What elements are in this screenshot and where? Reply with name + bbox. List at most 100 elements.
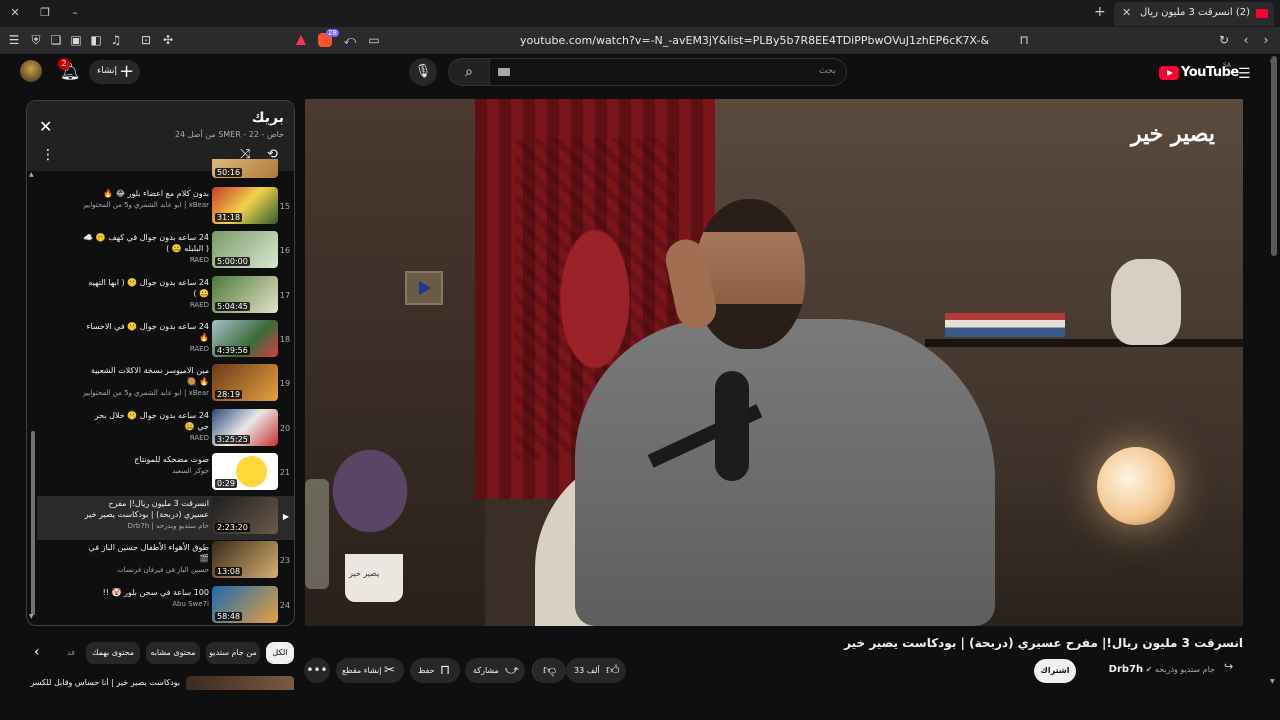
video-lamp	[1097, 447, 1175, 525]
video-bottle	[305, 479, 329, 589]
clip-label: إنشاء مقطع	[342, 666, 382, 675]
like-button[interactable]: 👍︎ 33 ألف	[566, 658, 626, 683]
recommended-title: بودكاست يصير خير | أنا حساس وقابل للكسر …	[30, 678, 180, 687]
chip-similar[interactable]: محتوى مشابه	[146, 642, 200, 664]
search-input[interactable]: بحث	[489, 58, 847, 86]
duration-badge: 0:29	[215, 478, 237, 488]
notifications-count-badge: 2	[58, 58, 70, 70]
save-label: حفظ	[418, 666, 435, 675]
search-icon[interactable]: ⌕	[448, 58, 490, 86]
playlist-item[interactable]: 15 31:18 بدون كلام مع اعضاء بلور 😂 🔥 xBear …	[37, 186, 294, 230]
playlist-meta: خاص - SMER - 22 من أصل 24	[174, 130, 284, 139]
maximize-window-icon[interactable]: ❐	[36, 4, 54, 22]
youtube-region-code: SA	[1223, 62, 1232, 69]
cast-icon[interactable]: ▭	[366, 32, 382, 48]
playlist-scroll-down-icon[interactable]: ▼	[29, 613, 34, 620]
playlist-item-channel: xBear | ابو عابد الشمري و5 من المحتوايين…	[83, 201, 209, 209]
chip-for-you[interactable]: محتوى بهمك	[86, 642, 140, 664]
video-player[interactable]: يصير خير يصير خير	[305, 99, 1243, 626]
like-count: 33 ألف	[574, 666, 600, 675]
duration-badge: 31:18	[215, 213, 243, 222]
recommended-item[interactable]: بودكاست يصير خير | أنا حساس وقابل للكسر …	[26, 676, 296, 690]
duration-badge: 5:04:45	[215, 301, 250, 311]
save-button[interactable]: ⊓ حفظ	[410, 658, 460, 683]
thumbs-up-icon: 👍︎	[606, 663, 620, 678]
playlist-item[interactable]: 23 13:08 طوق الأهواء الأطفال حسين الباز في…	[37, 540, 294, 584]
playlist-item[interactable]: 21 0:29 صوت مضحكه للمونتاج جوكر السعيد	[37, 452, 294, 496]
channel-avatar-icon[interactable]: ↪	[1224, 660, 1233, 673]
page-scroll-down-icon[interactable]: ▼	[1270, 678, 1275, 685]
copy-icon[interactable]: ❏	[48, 32, 64, 48]
reload-icon[interactable]: ↻	[1216, 32, 1232, 48]
bookmark-icon[interactable]: ⊓	[1016, 32, 1032, 48]
screenshot-icon[interactable]: ⊡	[138, 32, 154, 48]
address-bar[interactable]: youtube.com/watch?v=-N_-avEM3jY&list=PLB…	[520, 32, 990, 50]
create-label: إنشاء	[97, 66, 118, 76]
playlist-item-title: 24 ساعه بدون جوال في كهف 🤫 ☁️ ( البلبله …	[83, 233, 209, 254]
shield-icon[interactable]: ⛨	[28, 32, 44, 48]
playlist-item-title: انسرقت 3 مليون ريال!| مفرح عسيري (دربحة)…	[84, 499, 209, 520]
browser-tabstrip: ✕ ❐ – + ✕ (2) انسرقت 3 مليون ريال!| مفر	[0, 0, 1280, 27]
playlist-scroll-up-icon[interactable]: ▲	[29, 171, 34, 178]
duration-badge: 5:00:00	[215, 257, 250, 267]
wallet-icon[interactable]: ▣	[68, 32, 84, 48]
youtube-favicon-icon	[1256, 9, 1268, 18]
playlist-item-channel: xBear | ابو عابد الشمري و5 من المحتوايين…	[83, 389, 209, 398]
playlist-item[interactable]: 17 5:04:45 24 ساعه بدون جوال 🤫 ( ابها الته…	[37, 275, 294, 319]
keyboard-icon[interactable]	[498, 68, 510, 76]
playlist-item-channel: RAED	[189, 344, 209, 353]
playlist-title[interactable]: بريك	[252, 110, 284, 126]
back-icon[interactable]: ‹	[1238, 32, 1254, 48]
minimize-window-icon[interactable]: –	[66, 4, 84, 22]
brave-shields-badge: 28	[326, 29, 339, 37]
tab-close-icon[interactable]: ✕	[1122, 6, 1131, 19]
playlist-item[interactable]: 20 3:25:25 24 ساعه بدون جوال 🤫 خلال بحر جي…	[37, 408, 294, 452]
playlist-item-current[interactable]: ▶ 2:23:20 انسرقت 3 مليون ريال!| مفرح عسيري…	[37, 496, 294, 541]
subscribe-button[interactable]: اشتراك	[1034, 659, 1076, 683]
browser-tab-active[interactable]: ✕ (2) انسرقت 3 مليون ريال!| مفر	[1114, 2, 1274, 26]
brave-rewards-icon[interactable]	[296, 35, 306, 45]
create-button[interactable]: + إنشاء	[89, 60, 140, 84]
clip-button[interactable]: ✂ إنشاء مقطع	[336, 658, 404, 683]
dislike-button[interactable]: 👎︎	[532, 658, 566, 683]
playlist-scrollbar[interactable]	[31, 431, 35, 615]
playlist-item[interactable]: 24 58:48 100 ساعة في سجن بلور 🤡 !! Abu Swe7…	[37, 585, 294, 625]
video-title: انسرقت 3 مليون ريال!| مفرح عسيري (دربحة)…	[844, 636, 1243, 650]
playlist-item-channel: RAED	[189, 300, 209, 309]
playlist-item[interactable]: 16 5:00:00 24 ساعه بدون جوال في كهف 🤫 ☁️ (…	[37, 230, 294, 274]
chip-from-channel[interactable]: من جام ستديو	[206, 642, 260, 664]
share-page-icon[interactable]: ⤺	[342, 32, 358, 48]
playlist-item-text: 100 ساعة في سجن بلور 🤡 !! Abu Swe7i	[83, 587, 209, 608]
duration-badge: 58:48	[215, 611, 243, 621]
playlist-item-text: بدون كلام مع اعضاء بلور 😂 🔥 xBear | ابو ع…	[83, 188, 209, 209]
page-scrollbar[interactable]	[1271, 56, 1277, 256]
guide-menu-icon[interactable]: ☰	[1238, 66, 1251, 82]
chevron-left-icon[interactable]: ‹	[34, 644, 40, 660]
playlist-item-text: 24 ساعه بدون جوال 🤫 في الاحساء 🔥 RAED	[83, 321, 209, 353]
duration-badge: 3:25:25	[215, 434, 250, 444]
account-avatar[interactable]	[20, 60, 42, 82]
chip-more[interactable]: فد	[60, 642, 82, 664]
voice-search-mic-icon[interactable]: 🎙︎	[409, 58, 437, 86]
sidebar-icon[interactable]: ◧	[88, 32, 104, 48]
playlist-item[interactable]: 18 4:39:56 24 ساعه بدون جوال 🤫 في الاحساء …	[37, 319, 294, 363]
channel-owner-line[interactable]: جام ستديو ودربحه ✔︎ Drb7h	[1090, 664, 1215, 675]
video-shelf	[925, 339, 1243, 347]
youtube-logo[interactable]: YouTube SA	[1159, 62, 1239, 81]
youtube-play-logo-icon	[1159, 66, 1179, 80]
forward-icon[interactable]: ›	[1258, 32, 1274, 48]
new-tab-button[interactable]: +	[1094, 4, 1106, 20]
list-item-partial[interactable]: 50:16	[37, 159, 294, 179]
more-actions-icon[interactable]: •••	[304, 658, 330, 683]
extensions-icon[interactable]: ✣	[160, 32, 176, 48]
menu-icon[interactable]: ☰	[6, 32, 22, 48]
playlist-item-channel: RAED	[189, 256, 209, 265]
close-window-icon[interactable]: ✕	[6, 4, 24, 22]
chip-all[interactable]: الكل	[266, 642, 294, 664]
music-icon[interactable]: ♫	[108, 32, 124, 48]
close-playlist-icon[interactable]: ✕	[39, 117, 52, 136]
playlist-item[interactable]: 19 28:19 مين الاميوسر نسخة الاكلات الشعبية…	[37, 363, 294, 407]
duration-badge: 28:19	[215, 390, 243, 400]
share-button[interactable]: ⤻ مشاركة	[465, 658, 525, 683]
channel-watermark: يصير خير	[1130, 121, 1215, 147]
